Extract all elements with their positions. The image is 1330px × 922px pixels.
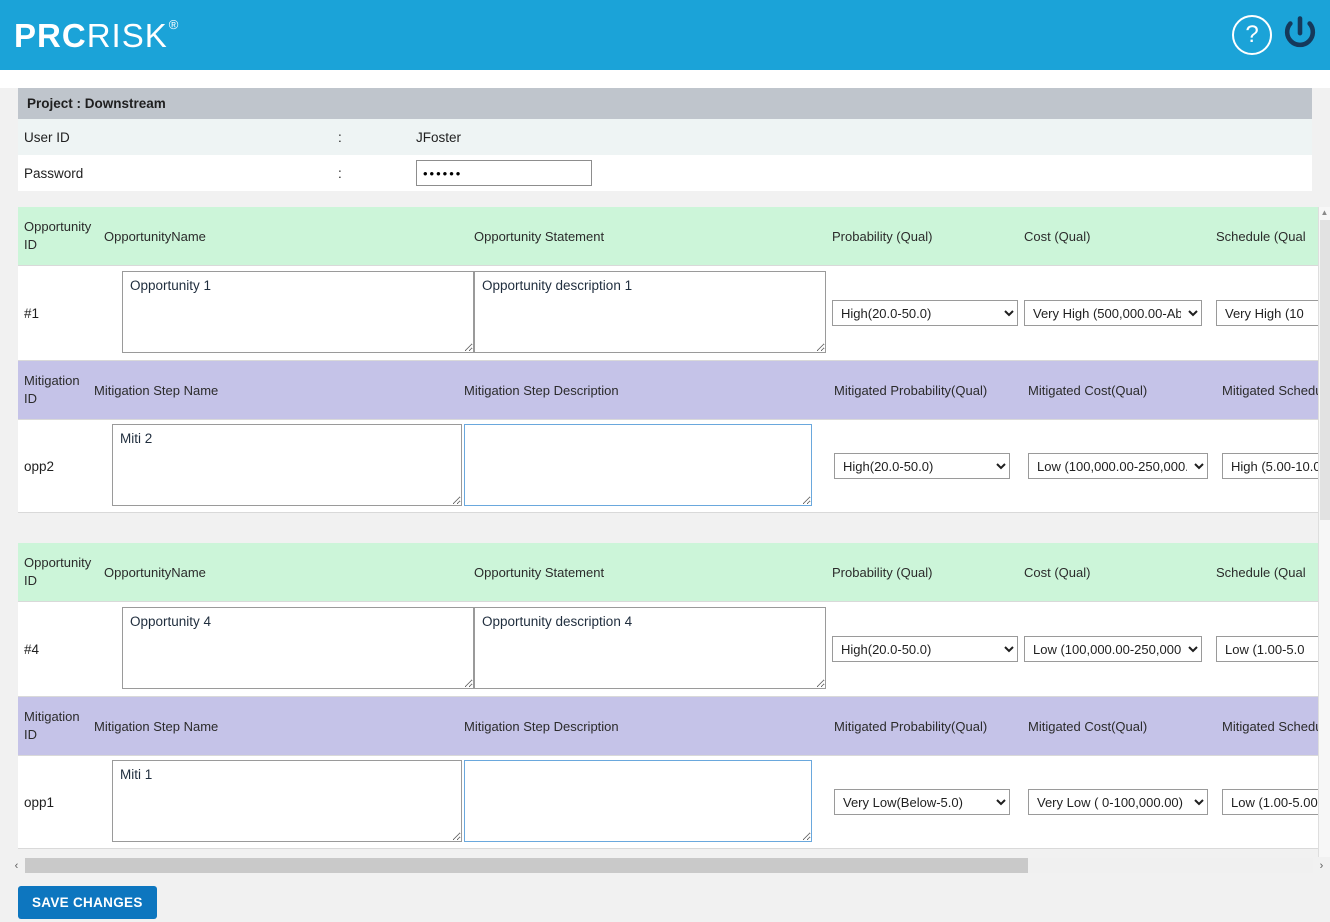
vertical-scroll-thumb[interactable] [1320,220,1330,520]
col-opportunity-name: OpportunityName [104,228,206,244]
opportunity-probability-select[interactable]: High(20.0-50.0) [832,300,1018,326]
table-row: opp2 Miti 2 High(20.0-50.0) Low (100,000… [18,419,1330,513]
col-opportunity-id: Opportunity ID [24,219,92,252]
mitigation-step-name-textarea[interactable]: Miti 1 [112,759,462,842]
user-id-colon: : [338,129,342,145]
mitigated-schedule-select[interactable]: Low (1.00-5.00) [1222,789,1330,815]
horizontal-scrollbar[interactable]: ‹ › [8,857,1330,874]
col-probability-qual: Probability (Qual) [832,228,933,244]
horizontal-scroll-thumb[interactable] [25,858,1028,873]
col-cost-qual: Cost (Qual) [1024,228,1091,244]
scroll-right-arrow[interactable]: › [1313,857,1330,874]
col-mitigated-probability-qual: Mitigated Probability(Qual) [834,382,988,398]
logo-risk: RISK [86,16,168,54]
user-id-row: User ID : JFoster [18,119,1312,155]
logo-prc: PRC [14,16,87,54]
col-opportunity-statement: Opportunity Statement [474,564,605,580]
col-schedule-qual: Schedule (Qual [1216,564,1306,580]
logo-registered-mark: ® [168,16,180,32]
opportunity-cost-select[interactable]: Low (100,000.00-250,000 [1024,636,1202,662]
col-opportunity-name: OpportunityName [104,564,206,580]
opportunity-name-textarea[interactable]: Opportunity 1 [122,270,474,353]
app-logo: PRCRISK® [14,16,180,54]
table-row: opp1 Miti 1 Very Low(Below-5.0) Very Low… [18,755,1330,849]
mitigation-step-description-textarea[interactable] [464,423,812,506]
opportunity-id-value: #4 [24,641,40,657]
help-glyph: ? [1245,21,1259,48]
mitigation-id-value: opp2 [24,458,55,474]
credentials-panel: User ID : JFoster Password : [18,119,1312,191]
opportunity-schedule-select[interactable]: Low (1.00-5.0 [1216,636,1330,662]
power-icon[interactable] [1278,13,1322,57]
mitigation-step-description-textarea[interactable] [464,759,812,842]
opportunity-probability-select[interactable]: High(20.0-50.0) [832,636,1018,662]
col-mitigated-schedule-qual: Mitigated Schedu [1222,718,1323,734]
opportunity-header-row: Opportunity ID OpportunityName Opportuni… [18,543,1330,601]
col-opportunity-statement: Opportunity Statement [474,228,605,244]
user-id-value: JFoster [416,129,462,145]
col-mitigated-schedule-qual: Mitigated Schedu [1222,382,1323,398]
scroll-up-arrow[interactable]: ▲ [1319,207,1330,219]
mitigation-header-row: Mitigation ID Mitigation Step Name Mitig… [18,361,1330,419]
table-row: #1 Opportunity 1 Opportunity description… [18,265,1330,361]
opportunity-schedule-select[interactable]: Very High (10 [1216,300,1330,326]
opportunity-id-value: #1 [24,305,40,321]
col-mitigated-cost-qual: Mitigated Cost(Qual) [1028,718,1148,734]
project-title: Project : Downstream [27,96,166,111]
horizontal-scroll-track[interactable] [25,858,1313,873]
mitigation-step-name-textarea[interactable]: Miti 2 [112,423,462,506]
col-mitigated-cost-qual: Mitigated Cost(Qual) [1028,382,1148,398]
col-mitigation-step-description: Mitigation Step Description [464,718,619,734]
question-mark-icon[interactable]: ? [1232,15,1272,55]
risk-grid: Opportunity ID OpportunityName Opportuni… [0,207,1330,849]
save-changes-button[interactable]: SAVE CHANGES [18,886,157,919]
table-row: #4 Opportunity 4 Opportunity description… [18,601,1330,697]
col-mitigation-step-name: Mitigation Step Name [94,718,219,734]
opportunity-header-row: Opportunity ID OpportunityName Opportuni… [18,207,1330,265]
opportunity-statement-textarea[interactable]: Opportunity description 1 [474,270,826,353]
col-mitigation-step-name: Mitigation Step Name [94,382,219,398]
risk-grid-scroll-region: ▲ Opportunity ID OpportunityName Opportu… [0,207,1330,857]
mitigated-cost-select[interactable]: Very Low ( 0-100,000.00) [1028,789,1208,815]
col-mitigation-step-description: Mitigation Step Description [464,382,619,398]
password-label: Password [24,165,84,181]
mitigated-cost-select[interactable]: Low (100,000.00-250,000. [1028,453,1208,479]
col-mitigation-id: Mitigation ID [24,373,80,406]
opportunity-statement-textarea[interactable]: Opportunity description 4 [474,606,826,689]
header-actions: ? [1232,0,1322,70]
mitigated-probability-select[interactable]: Very Low(Below-5.0) [834,789,1010,815]
password-colon: : [338,165,342,181]
block-separator [0,513,1330,543]
vertical-scrollbar[interactable]: ▲ [1318,207,1330,857]
mitigation-header-row: Mitigation ID Mitigation Step Name Mitig… [18,697,1330,755]
mitigated-probability-select[interactable]: High(20.0-50.0) [834,453,1010,479]
page-body: Project : Downstream User ID : JFoster P… [0,88,1330,922]
opportunity-name-textarea[interactable]: Opportunity 4 [122,606,474,689]
col-opportunity-id: Opportunity ID [24,555,92,588]
project-title-bar: Project : Downstream [18,88,1312,119]
col-schedule-qual: Schedule (Qual [1216,228,1306,244]
password-input[interactable] [416,160,592,186]
opportunity-cost-select[interactable]: Very High (500,000.00-Ab [1024,300,1202,326]
col-probability-qual: Probability (Qual) [832,564,933,580]
col-mitigation-id: Mitigation ID [24,709,80,742]
app-header: PRCRISK® ? [0,0,1330,70]
mitigated-schedule-select[interactable]: High (5.00-10.0 [1222,453,1330,479]
password-row: Password : [18,155,1312,191]
footer-bar: SAVE CHANGES [0,874,1330,922]
scroll-left-arrow[interactable]: ‹ [8,857,25,874]
col-cost-qual: Cost (Qual) [1024,564,1091,580]
mitigation-id-value: opp1 [24,794,55,810]
col-mitigated-probability-qual: Mitigated Probability(Qual) [834,718,988,734]
user-id-label: User ID [24,129,70,145]
